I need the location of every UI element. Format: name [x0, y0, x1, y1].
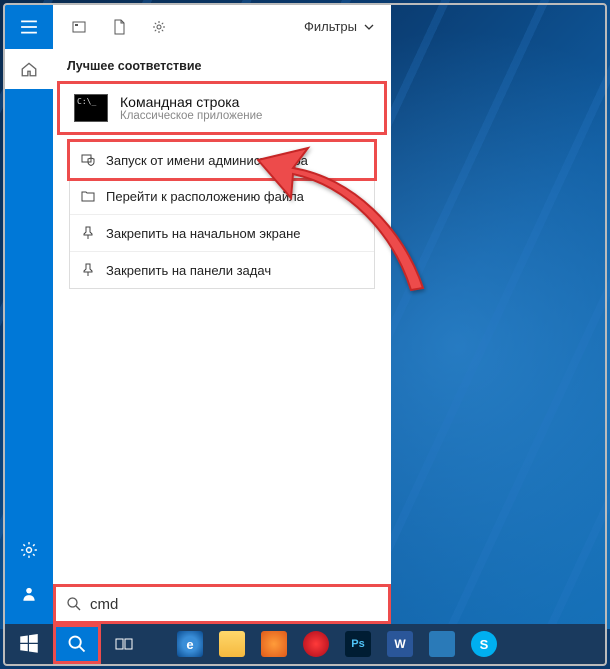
taskbar-app-word[interactable]: W	[379, 624, 421, 664]
shield-admin-icon	[80, 152, 96, 168]
taskbar-app-opera[interactable]	[295, 624, 337, 664]
taskbar-app-generic[interactable]	[421, 624, 463, 664]
search-box-container	[53, 584, 391, 624]
context-item-label: Запуск от имени администратора	[106, 153, 308, 168]
taskbar-search-button[interactable]	[53, 624, 101, 664]
context-item-label: Закрепить на начальном экране	[106, 226, 301, 241]
filters-dropdown[interactable]: Фильтры	[296, 13, 383, 40]
result-title: Командная строка	[120, 94, 262, 110]
opera-icon	[303, 631, 329, 657]
context-item-label: Перейти к расположению файла	[106, 189, 304, 204]
folder-location-icon	[80, 188, 96, 204]
chevron-down-icon	[363, 21, 375, 33]
search-box[interactable]	[56, 587, 388, 621]
firefox-icon	[261, 631, 287, 657]
context-pin-taskbar[interactable]: Закрепить на панели задач	[70, 252, 374, 288]
documents-filter-button[interactable]	[101, 9, 137, 45]
document-icon	[111, 19, 127, 35]
gear-icon	[20, 541, 38, 559]
search-icon	[66, 596, 82, 612]
task-view-button[interactable]	[101, 624, 149, 664]
word-icon: W	[387, 631, 413, 657]
settings-filter-button[interactable]	[141, 9, 177, 45]
best-match-result[interactable]: Командная строка Классическое приложение	[57, 81, 387, 135]
taskbar-app-edge[interactable]: e	[169, 624, 211, 664]
hamburger-icon	[20, 18, 38, 36]
cmd-prompt-icon	[74, 94, 108, 122]
pin-taskbar-icon	[80, 262, 96, 278]
taskbar: e Ps W S	[5, 624, 605, 664]
settings-button[interactable]	[5, 528, 53, 572]
apps-icon	[71, 19, 87, 35]
edge-icon: e	[177, 631, 203, 657]
best-match-section-label: Лучшее соответствие	[53, 49, 391, 79]
taskbar-app-photoshop[interactable]: Ps	[337, 624, 379, 664]
context-run-as-admin[interactable]: Запуск от имени администратора	[67, 139, 377, 181]
apps-filter-button[interactable]	[61, 9, 97, 45]
taskbar-app-skype[interactable]: S	[463, 624, 505, 664]
context-pin-start[interactable]: Закрепить на начальном экране	[70, 215, 374, 252]
folder-icon	[219, 631, 245, 657]
home-button[interactable]	[5, 49, 53, 89]
start-button[interactable]	[5, 624, 53, 664]
task-view-icon	[115, 634, 135, 654]
search-results-panel: Фильтры Лучшее соответствие Командная ст…	[53, 5, 391, 584]
account-button[interactable]	[5, 572, 53, 616]
person-icon	[20, 585, 38, 603]
pin-start-icon	[80, 225, 96, 241]
hamburger-menu-button[interactable]	[5, 5, 53, 49]
context-item-label: Закрепить на панели задач	[106, 263, 271, 278]
context-open-location[interactable]: Перейти к расположению файла	[70, 178, 374, 215]
search-icon	[67, 634, 87, 654]
windows-logo-icon	[19, 634, 39, 654]
panel-toolbar: Фильтры	[53, 5, 391, 49]
result-subtitle: Классическое приложение	[120, 110, 262, 122]
taskbar-app-explorer[interactable]	[211, 624, 253, 664]
gear-icon	[151, 19, 167, 35]
filters-label: Фильтры	[304, 19, 357, 34]
search-input[interactable]	[90, 596, 378, 613]
skype-icon: S	[471, 631, 497, 657]
home-icon	[20, 60, 38, 78]
app-icon	[429, 631, 455, 657]
context-menu: Запуск от имени администратора Перейти к…	[69, 141, 375, 289]
taskbar-app-firefox[interactable]	[253, 624, 295, 664]
photoshop-icon: Ps	[345, 631, 371, 657]
start-left-rail	[5, 5, 53, 624]
